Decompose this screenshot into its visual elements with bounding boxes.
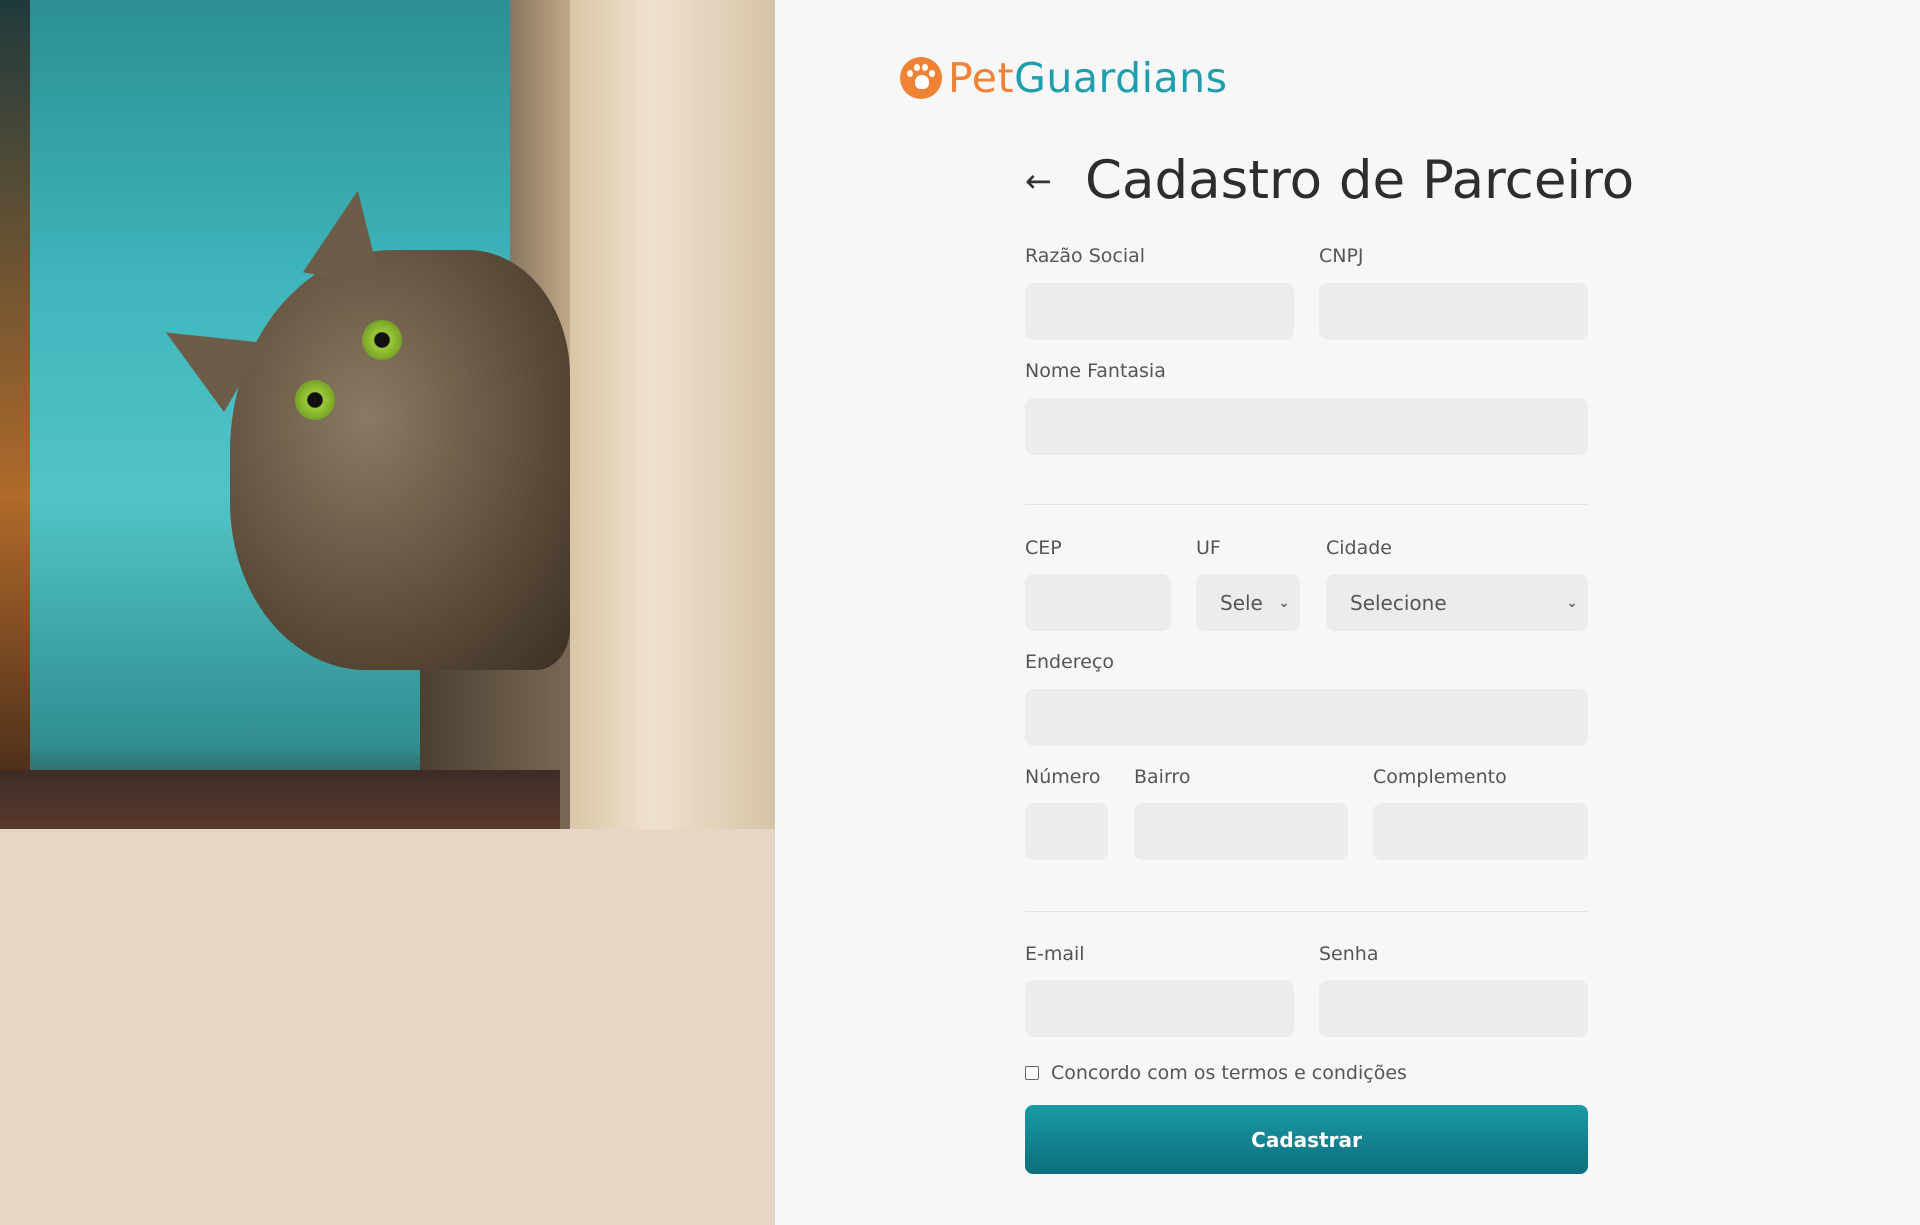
paw-icon	[900, 57, 942, 99]
cep-input[interactable]	[1025, 574, 1171, 631]
logo[interactable]: PetGuardians	[900, 54, 1227, 102]
complemento-label: Complemento	[1373, 766, 1507, 788]
cidade-select[interactable]: Selecione ⌄	[1326, 574, 1588, 631]
bairro-label: Bairro	[1134, 766, 1191, 788]
senha-input[interactable]	[1319, 980, 1588, 1037]
bairro-input[interactable]	[1134, 803, 1348, 860]
endereco-input[interactable]	[1025, 689, 1588, 746]
nome-fantasia-input[interactable]	[1025, 398, 1588, 455]
uf-label: UF	[1196, 537, 1221, 559]
senha-label: Senha	[1319, 943, 1379, 965]
numero-input[interactable]	[1025, 803, 1108, 860]
cadastrar-button[interactable]: Cadastrar	[1025, 1105, 1588, 1174]
brand-pet: Pet	[948, 54, 1015, 102]
cnpj-label: CNPJ	[1319, 245, 1364, 267]
razao-social-input[interactable]	[1025, 283, 1294, 340]
razao-social-label: Razão Social	[1025, 245, 1146, 267]
left-panel	[0, 0, 775, 1225]
cat-photo	[0, 0, 775, 829]
cep-label: CEP	[1025, 537, 1062, 559]
page-title: Cadastro de Parceiro	[1085, 150, 1635, 211]
chevron-down-icon: ⌄	[1278, 594, 1290, 611]
terms-checkbox[interactable]	[1025, 1066, 1039, 1080]
numero-label: Número	[1025, 766, 1101, 788]
nome-fantasia-label: Nome Fantasia	[1025, 360, 1166, 382]
cidade-selected: Selecione	[1350, 590, 1447, 615]
endereco-label: Endereço	[1025, 651, 1114, 673]
brand-guardians: Guardians	[1014, 54, 1228, 102]
terms-label: Concordo com os termos e condições	[1051, 1062, 1407, 1084]
email-input[interactable]	[1025, 980, 1294, 1037]
divider	[1025, 504, 1588, 505]
complemento-input[interactable]	[1373, 803, 1588, 860]
uf-selected: Sele	[1220, 590, 1263, 615]
arrow-left-icon[interactable]: ←	[1025, 162, 1085, 200]
divider	[1025, 911, 1588, 912]
uf-select[interactable]: Sele ⌄	[1196, 574, 1300, 631]
cidade-label: Cidade	[1326, 537, 1392, 559]
chevron-down-icon: ⌄	[1566, 594, 1578, 611]
cnpj-input[interactable]	[1319, 283, 1588, 340]
email-label: E-mail	[1025, 943, 1085, 965]
terms-checkbox-row[interactable]: Concordo com os termos e condições	[1025, 1062, 1407, 1084]
